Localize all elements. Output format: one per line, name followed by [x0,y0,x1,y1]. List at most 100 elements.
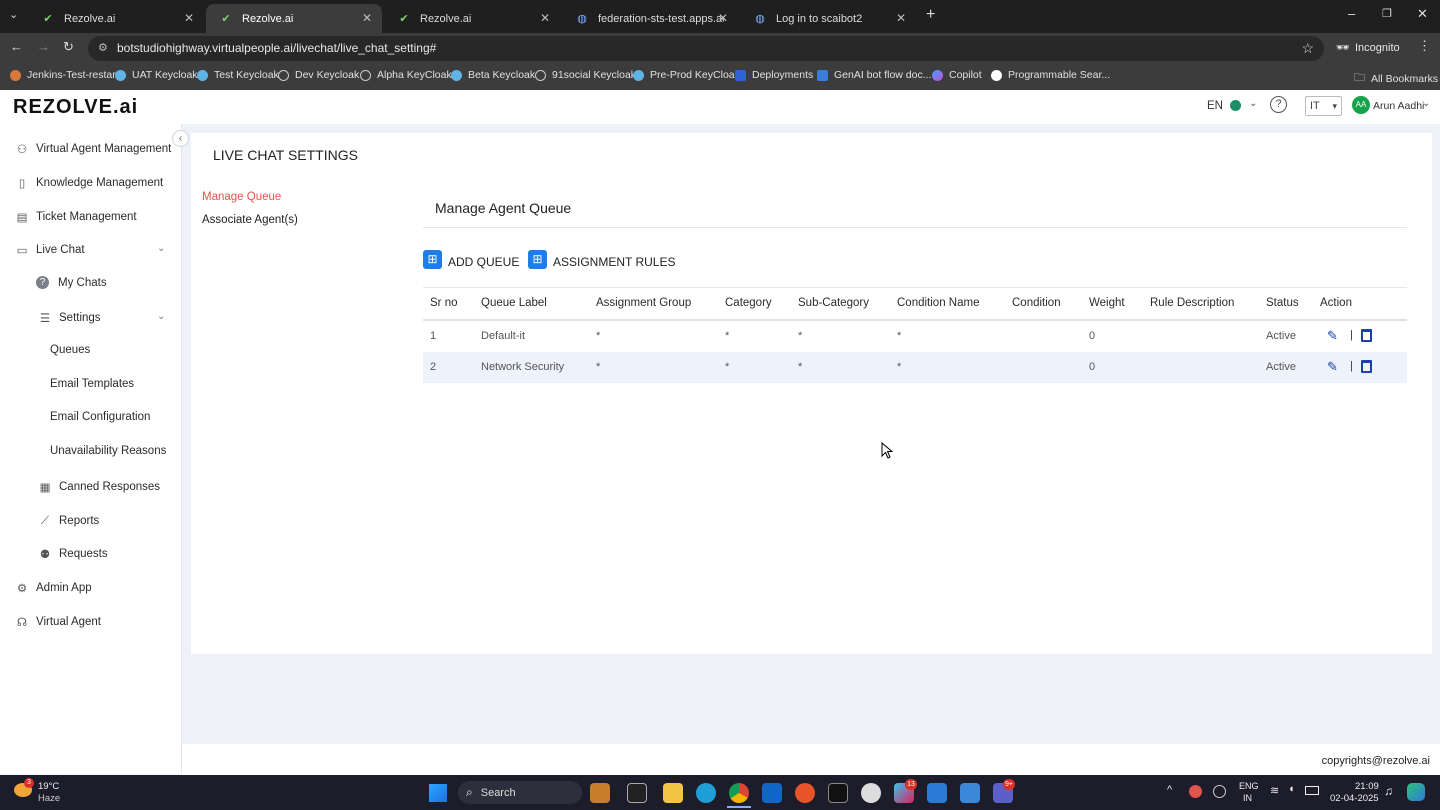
tab-close-icon[interactable]: ✕ [184,11,194,25]
tab-close-icon[interactable]: ✕ [896,11,906,25]
sidebar-item-requests[interactable]: ⚉ Requests [37,546,108,562]
bookmark-item[interactable]: Dev Keycloak [278,69,359,81]
bookmark-item[interactable]: 91social Keycloak [535,69,636,81]
chevron-down-icon[interactable]: ⌄ [157,243,165,254]
collapse-sidebar-icon[interactable]: ‹ [172,130,189,147]
sidebar-item-email-configuration[interactable]: Email Configuration [50,411,150,423]
terminal-icon[interactable] [828,783,848,803]
address-bar[interactable]: ⚙ botstudiohighway.virtualpeople.ai/live… [88,36,1324,61]
browser-tab-1[interactable]: ✔ Rezolve.ai ✕ [28,4,204,33]
table-row[interactable] [423,321,1407,352]
tab-close-icon[interactable]: ✕ [718,11,728,25]
chevron-down-icon[interactable]: ⌄ [1249,98,1257,109]
copilot-taskbar-icon[interactable] [1407,783,1425,801]
brave-icon[interactable] [795,783,815,803]
github-icon[interactable] [861,783,881,803]
department-select[interactable]: IT ▾ [1305,96,1342,116]
tray-network-icon[interactable] [1213,785,1226,798]
bookmark-star-icon[interactable]: ☆ [1301,36,1314,61]
browser-tab-3[interactable]: ✔ Rezolve.ai ✕ [384,4,560,33]
trash-icon[interactable] [1361,360,1372,373]
bookmark-item[interactable]: Beta Keycloak [451,69,535,81]
vscode-icon[interactable] [927,783,947,803]
minimize-icon[interactable]: – [1348,6,1355,21]
avatar[interactable]: AA [1352,96,1370,114]
bookmark-item[interactable]: Jenkins-Test-restart [10,69,119,81]
sidebar-item-admin-app[interactable]: ⚙ Admin App [14,580,92,596]
chevron-down-icon[interactable]: ⌄ [1422,98,1430,109]
edit-pencil-icon[interactable]: ✎ [1327,328,1338,344]
volume-icon[interactable]: ◖ [1288,783,1295,795]
edit-pencil-icon[interactable]: ✎ [1327,359,1338,375]
taskbar-search[interactable]: ⌕ Search [458,781,582,804]
help-icon[interactable]: ? [1270,96,1287,113]
reload-icon[interactable]: ↻ [63,39,74,55]
assignment-rules-button[interactable]: ⊞ ASSIGNMENT RULES [528,250,675,269]
sidebar-item-virtual-agent[interactable]: ☊ Virtual Agent [14,614,101,630]
sidebar-item-reports[interactable]: ⟋ Reports [37,513,99,529]
add-queue-button[interactable]: ⊞ ADD QUEUE [423,250,519,269]
browser-tab-4[interactable]: ◍ federation-sts-test.apps.actionabl ✕ [562,4,738,33]
windows-start-icon[interactable] [429,784,447,802]
edge-icon[interactable] [696,783,716,803]
bookmark-item[interactable]: UAT Keycloak [115,69,198,81]
input-language-top[interactable]: ENG [1239,781,1259,791]
chrome-icon[interactable] [729,783,749,803]
sidebar-item-knowledge-management[interactable]: ▯ Knowledge Management [14,175,163,191]
action-separator: | [1350,360,1353,372]
sidebar-item-virtual-agent-management[interactable]: ⚇ Virtual Agent Management [14,141,171,157]
notepad-icon[interactable] [960,783,980,803]
page-title: LIVE CHAT SETTINGS [213,147,358,163]
wifi-icon[interactable]: ≋ [1270,784,1279,797]
battery-icon[interactable] [1305,786,1319,795]
bookmark-item[interactable]: Pre-Prod KeyCloak [633,69,740,81]
bookmark-item[interactable]: Programmable Sear... [991,69,1110,81]
chevron-up-icon[interactable]: ^ [1167,784,1172,796]
clock-time[interactable]: 21:09 [1355,781,1379,792]
sidebar-item-ticket-management[interactable]: ▤ Ticket Management [14,209,137,225]
notification-bell-icon[interactable]: ♫ [1384,784,1393,798]
browser-tab-2[interactable]: ✔ Rezolve.ai ✕ [206,4,382,33]
bookmark-item[interactable]: Deployments [735,69,813,81]
chevron-down-icon[interactable]: ⌄ [157,311,165,322]
trash-icon[interactable] [1361,329,1372,342]
sidebar-item-canned-responses[interactable]: ▦ Canned Responses [37,479,160,495]
new-tab-plus-icon[interactable]: + [926,6,935,24]
sidebar-item-unavailability-reasons[interactable]: Unavailability Reasons [50,445,166,457]
language-label[interactable]: EN [1207,100,1223,112]
rezolve-logo[interactable]: REZOLVE.ai [13,96,138,119]
subnav-manage-queue[interactable]: Manage Queue [202,191,281,203]
restore-icon[interactable]: ❐ [1382,7,1392,20]
sidebar-item-live-chat[interactable]: ▭ Live Chat [14,242,85,258]
task-view-icon[interactable] [627,783,647,803]
sidebar-item-my-chats[interactable]: ? My Chats [36,276,107,289]
globe-icon[interactable] [1230,100,1241,111]
tray-app-icon[interactable] [1189,785,1202,798]
tab-close-icon[interactable]: ✕ [540,11,550,25]
clock-date: 02-04-2025 [1330,793,1379,804]
browser-tab-5[interactable]: ◍ Log in to scaibot2 ✕ [740,4,916,33]
forward-icon[interactable]: → [37,39,50,54]
sidebar-item-queues[interactable]: Queues [50,344,90,356]
all-bookmarks[interactable]: 🗀 All Bookmarks [1354,69,1438,88]
sidebar-item-email-templates[interactable]: Email Templates [50,378,134,390]
bookmark-item[interactable]: Alpha KeyCloak [360,69,452,81]
window-close-icon[interactable]: ✕ [1417,6,1428,22]
file-explorer-icon[interactable] [663,783,683,803]
tab-close-icon[interactable]: ✕ [362,11,372,25]
weather-temp[interactable]: 19°C [38,781,59,792]
user-name[interactable]: Arun Aadhi [1373,100,1424,112]
outlook-icon[interactable] [762,783,782,803]
bookmark-item[interactable]: GenAI bot flow doc... [817,69,931,81]
table-row[interactable] [423,352,1407,383]
back-icon[interactable]: ← [10,39,23,54]
incognito-badge[interactable]: 🕶 Incognito [1336,36,1408,61]
bookmark-item[interactable]: Test Keycloak [197,69,279,81]
site-info-icon[interactable]: ⚙ [98,36,108,61]
sidebar-item-settings[interactable]: ☰ Settings [37,310,101,326]
briefcase-app-icon[interactable] [590,783,610,803]
tab-search-icon[interactable]: ⌄ [9,8,18,21]
browser-menu-icon[interactable]: ⋮ [1418,38,1431,54]
subnav-associate-agents[interactable]: Associate Agent(s) [202,214,298,226]
bookmark-item[interactable]: Copilot [932,69,982,81]
